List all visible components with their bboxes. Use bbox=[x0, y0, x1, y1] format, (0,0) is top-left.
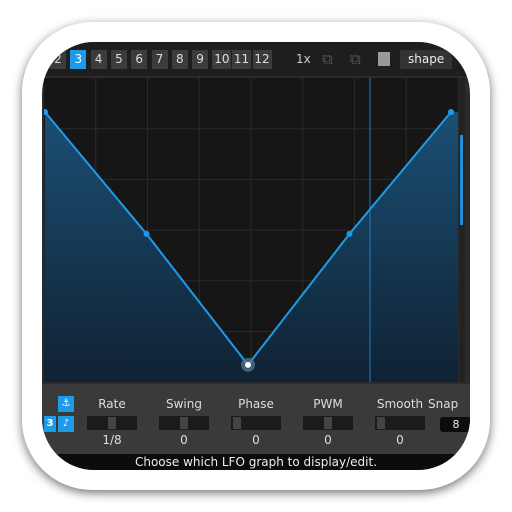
rate-value: 1/8 bbox=[102, 433, 122, 447]
tab-8[interactable]: 8 bbox=[171, 50, 188, 69]
tab-11[interactable]: 11 bbox=[232, 50, 251, 69]
phase-slider[interactable] bbox=[231, 416, 281, 430]
pwm-label: PWM bbox=[313, 397, 343, 411]
swing-label: Swing bbox=[166, 397, 202, 411]
slider-knob[interactable] bbox=[233, 417, 241, 429]
lfo-point bbox=[245, 361, 251, 368]
note-icon[interactable]: ♪ bbox=[58, 416, 74, 432]
tab-9[interactable]: 9 bbox=[192, 50, 209, 69]
scrollbar[interactable] bbox=[459, 78, 465, 382]
tab-2[interactable]: 2 bbox=[50, 50, 66, 69]
smooth-value: 0 bbox=[396, 433, 404, 447]
anchor-icon[interactable]: ⚓ bbox=[58, 396, 74, 412]
tab-5[interactable]: 5 bbox=[110, 50, 127, 69]
save-icon[interactable] bbox=[378, 52, 390, 66]
lfo-point bbox=[448, 109, 454, 115]
smooth-slider[interactable] bbox=[375, 416, 425, 430]
slider-knob[interactable] bbox=[180, 417, 188, 429]
status-bar: Choose which LFO graph to display/edit. bbox=[42, 454, 470, 470]
controls-bar: ⚓ 3 ♪ Rate 1/8 Swing 0 Phase 0 PWM 0 Smooth … bbox=[42, 384, 470, 454]
tab-4[interactable]: 4 bbox=[90, 50, 107, 69]
tab-6[interactable]: 6 bbox=[131, 50, 148, 69]
lfo-graph[interactable] bbox=[44, 78, 458, 382]
snap-label: Snap bbox=[428, 397, 459, 411]
tab-12[interactable]: 12 bbox=[252, 50, 272, 69]
shape-button[interactable]: shape bbox=[400, 50, 453, 69]
pwm-value: 0 bbox=[324, 433, 332, 447]
swing-value: 0 bbox=[180, 433, 188, 447]
rate-label: Rate bbox=[98, 397, 126, 411]
swing-slider[interactable] bbox=[159, 416, 209, 430]
phase-value: 0 bbox=[252, 433, 260, 447]
slider-knob[interactable] bbox=[377, 417, 385, 429]
lfo-panel: 2 3 4 5 6 7 8 9 10 11 12 1x ⧉ ⧉ shape ⚓ 3 ♪ Rate 1… bbox=[42, 42, 470, 470]
tab-3[interactable]: 3 bbox=[70, 50, 87, 69]
toolbar: 2 3 4 5 6 7 8 9 10 11 12 1x ⧉ ⧉ shape bbox=[42, 42, 470, 76]
lfo-point bbox=[143, 230, 150, 237]
tab-10[interactable]: 10 bbox=[212, 50, 232, 69]
smooth-label: Smooth bbox=[376, 397, 424, 411]
graph-number-badge: 3 bbox=[44, 416, 56, 432]
multiplier-label[interactable]: 1x bbox=[296, 50, 311, 69]
phase-label: Phase bbox=[238, 397, 274, 411]
lfo-point bbox=[346, 230, 353, 237]
scrollbar-thumb[interactable] bbox=[460, 135, 463, 225]
copy-icon[interactable]: ⧉ bbox=[322, 50, 333, 69]
slider-knob[interactable] bbox=[324, 417, 332, 429]
slider-knob[interactable] bbox=[108, 417, 116, 429]
pwm-slider[interactable] bbox=[303, 416, 353, 430]
rate-slider[interactable] bbox=[87, 416, 137, 430]
paste-icon[interactable]: ⧉ bbox=[350, 50, 361, 69]
snap-field[interactable]: 8 bbox=[440, 417, 470, 432]
tab-7[interactable]: 7 bbox=[151, 50, 168, 69]
